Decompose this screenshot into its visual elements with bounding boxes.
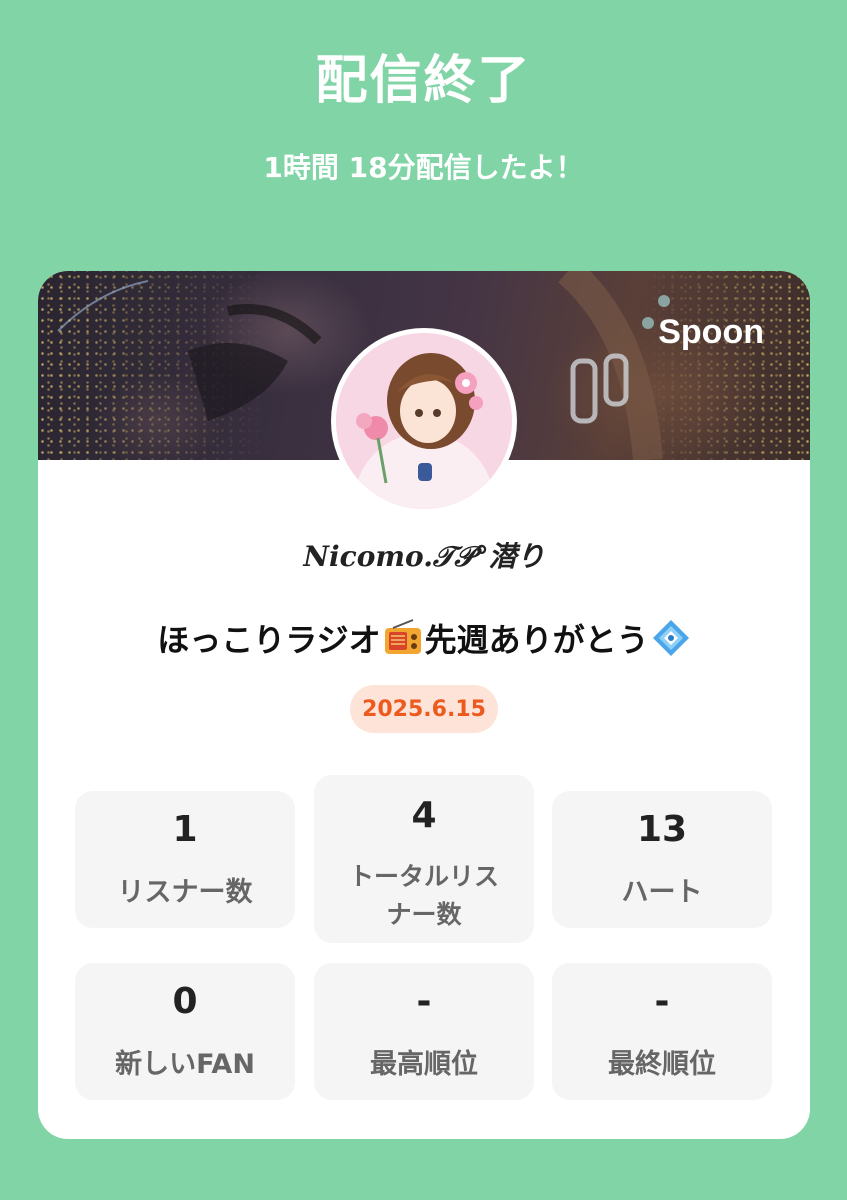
stat-new-fans: 0 新しいFAN [75,963,295,1100]
stat-value: 1 [172,809,198,850]
stat-value: 4 [411,795,437,836]
show-title: ほっこりラジオ 先週ありがとう [38,615,810,661]
stat-value: 0 [172,981,198,1022]
stat-value: - [416,981,432,1022]
stat-total-listeners: 4 トータルリス ナー数 [314,775,534,943]
stat-label: リスナー数 [117,877,253,908]
radio-emoji-icon [383,618,423,658]
stat-label: ハート [621,877,703,908]
stat-highest-rank: - 最高順位 [314,963,534,1100]
avatar [331,328,517,514]
stat-final-rank: - 最終順位 [552,963,772,1100]
summary-card: Spoon Nicomo.𝒯𝒫°潜り ほっこりラジオ 先週ありがとう 2025.… [38,271,810,1139]
broadcast-end-screen: 配信終了 1時間 18分配信したよ！ Spoon Nicomo.𝒯𝒫°潜り ほっ… [0,0,847,1200]
show-title-suffix: 先週ありがとう [424,621,649,659]
stat-label: トータルリス [348,862,499,891]
stat-value: - [654,981,670,1022]
date-badge: 2025.6.15 [350,685,498,733]
diamond-emoji-icon [651,618,691,658]
stat-label: 最終順位 [608,1049,716,1080]
stat-label: 新しいFAN [115,1049,255,1080]
broadcast-duration: 1時間 18分配信したよ！ [263,151,584,184]
stat-listeners: 1 リスナー数 [75,791,295,928]
host-name: Nicomo.𝒯𝒫°潜り [303,540,545,573]
stat-value: 13 [636,809,688,850]
stat-label: ナー数 [386,900,462,929]
show-title-text: ほっこりラジオ [157,621,381,659]
page-title: 配信終了 [315,51,532,111]
brand-logo: Spoon [658,313,764,351]
stat-label: 最高順位 [370,1049,478,1080]
stat-hearts: 13 ハート [552,791,772,928]
